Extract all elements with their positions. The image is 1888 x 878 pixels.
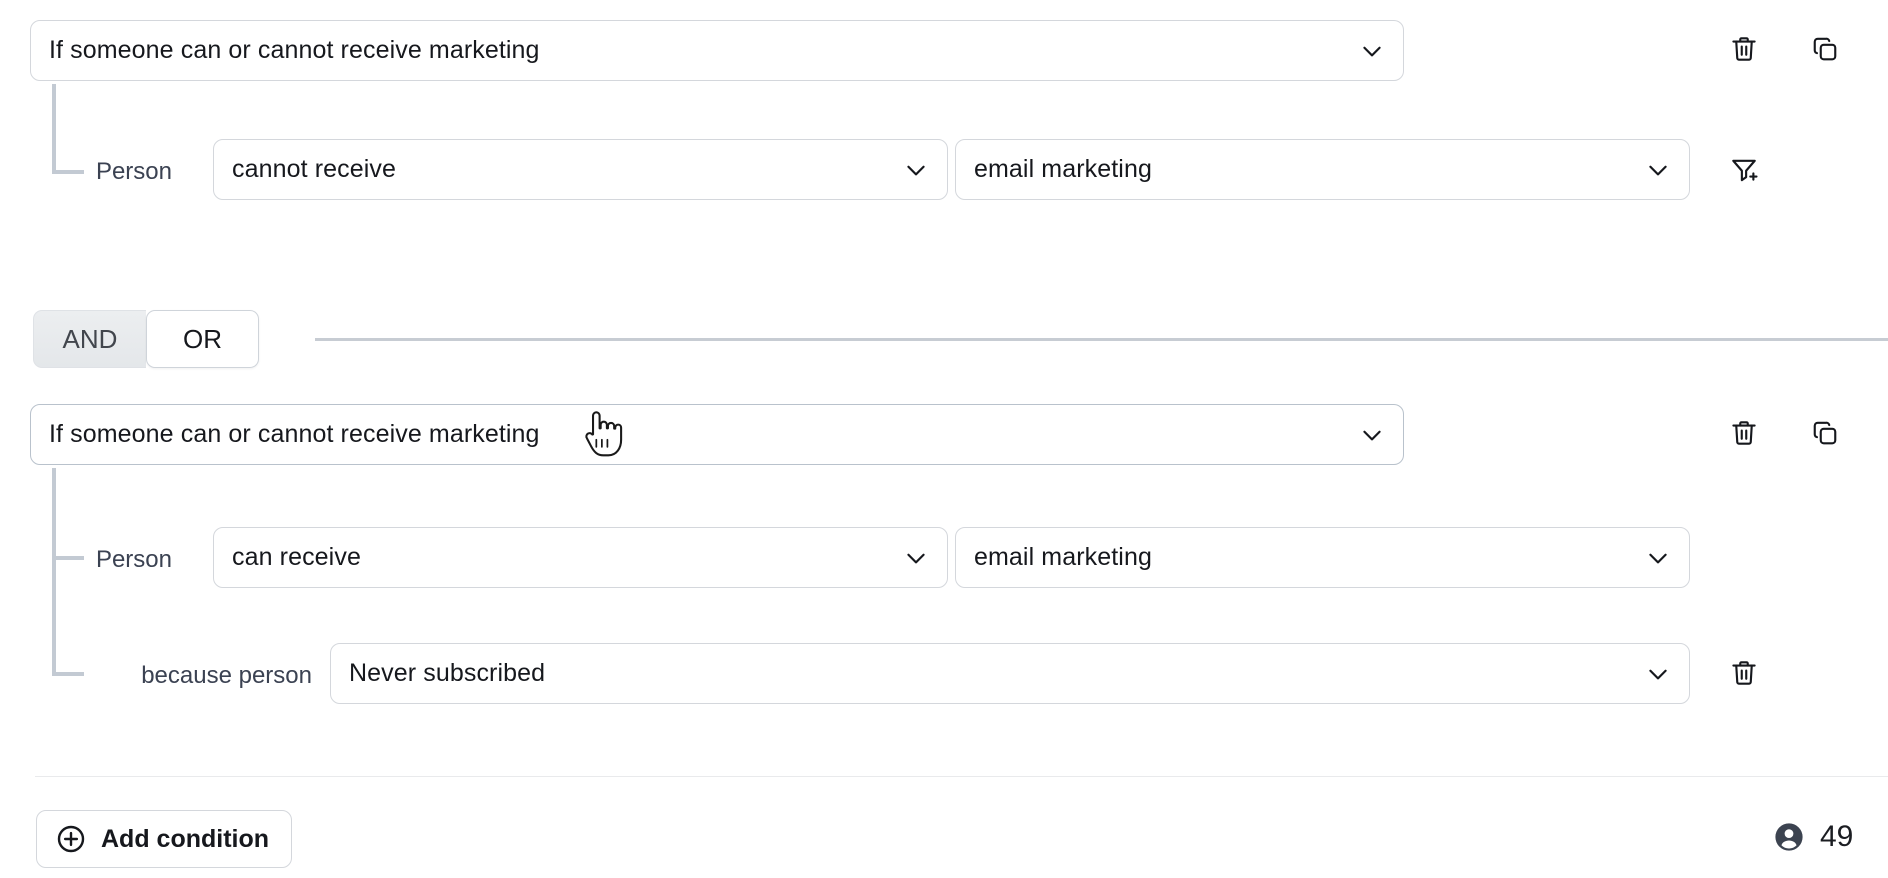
row-channel-value-1-1: email marketing [974, 155, 1635, 184]
condition-builder: If someone can or cannot receive marketi… [0, 0, 1888, 878]
copy-icon [1810, 34, 1840, 64]
row-operator-select-2-1[interactable]: can receive [213, 527, 948, 588]
condition-type-value-1: If someone can or cannot receive marketi… [49, 36, 1349, 65]
tree-connector-2 [46, 468, 86, 683]
logic-toggle-divider [315, 338, 1888, 341]
row-label-2-2: because person [40, 662, 312, 690]
row-channel-select-1-1[interactable]: email marketing [955, 139, 1690, 200]
copy-icon [1810, 418, 1840, 448]
row-channel-value-2-1: email marketing [974, 543, 1635, 572]
add-condition-button[interactable]: Add condition [36, 810, 292, 868]
row-reason-value-2-2: Never subscribed [349, 659, 1635, 688]
duplicate-condition-button-2[interactable] [1803, 411, 1847, 455]
logic-toggle[interactable]: AND OR [33, 310, 259, 368]
audience-count: 49 [1772, 820, 1853, 854]
trash-icon [1729, 658, 1759, 688]
logic-toggle-and-label: AND [63, 324, 118, 355]
row-reason-select-2-2[interactable]: Never subscribed [330, 643, 1690, 704]
chevron-down-icon [1359, 422, 1385, 448]
chevron-down-icon [1645, 545, 1671, 571]
logic-toggle-and[interactable]: AND [33, 310, 146, 368]
row-label-2-1: Person [40, 546, 172, 574]
condition-type-value-2: If someone can or cannot receive marketi… [49, 420, 1349, 449]
trash-icon [1729, 34, 1759, 64]
chevron-down-icon [1359, 38, 1385, 64]
chevron-down-icon [1645, 157, 1671, 183]
chevron-down-icon [1645, 661, 1671, 687]
row-operator-value-2-1: can receive [232, 543, 893, 572]
duplicate-condition-button-1[interactable] [1803, 27, 1847, 71]
logic-toggle-or[interactable]: OR [146, 310, 259, 368]
row-channel-select-2-1[interactable]: email marketing [955, 527, 1690, 588]
delete-row-button-2-2[interactable] [1722, 651, 1766, 695]
filter-plus-icon [1729, 155, 1759, 185]
condition-type-select-2[interactable]: If someone can or cannot receive marketi… [30, 404, 1404, 465]
row-operator-value-1-1: cannot receive [232, 155, 893, 184]
logic-toggle-or-label: OR [183, 324, 222, 355]
condition-type-select-1[interactable]: If someone can or cannot receive marketi… [30, 20, 1404, 81]
add-condition-label: Add condition [101, 825, 269, 854]
plus-circle-icon [55, 823, 87, 855]
chevron-down-icon [903, 545, 929, 571]
add-filter-button-1-1[interactable] [1722, 148, 1766, 192]
person-icon [1772, 820, 1806, 854]
delete-condition-button-2[interactable] [1722, 411, 1766, 455]
audience-count-value: 49 [1820, 820, 1853, 854]
trash-icon [1729, 418, 1759, 448]
chevron-down-icon [903, 157, 929, 183]
delete-condition-button-1[interactable] [1722, 27, 1766, 71]
row-operator-select-1-1[interactable]: cannot receive [213, 139, 948, 200]
footer-divider [35, 776, 1888, 777]
row-label-1-1: Person [40, 158, 172, 186]
